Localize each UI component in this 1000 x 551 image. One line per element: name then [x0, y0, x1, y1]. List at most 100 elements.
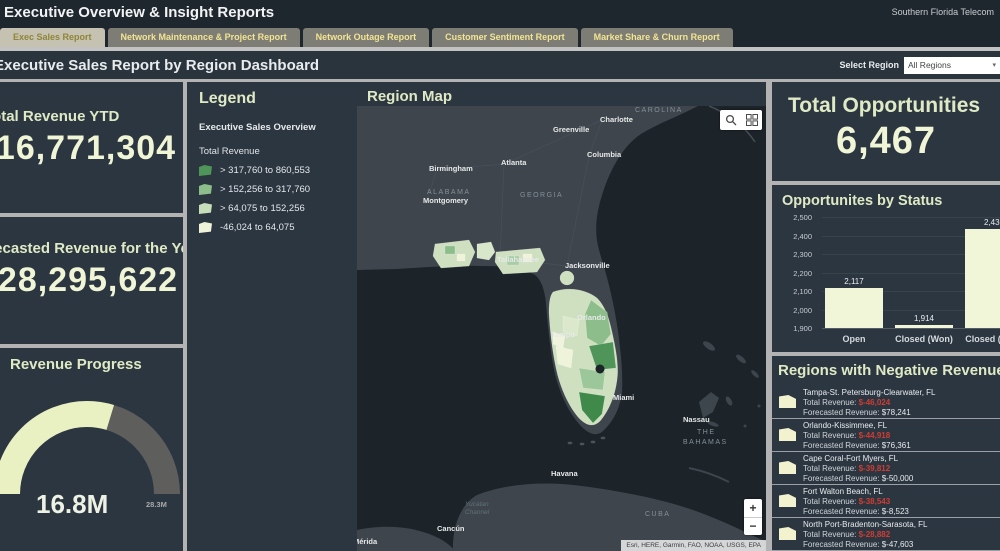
select-region-label: Select Region	[839, 60, 899, 70]
total-opportunities-title: Total Opportunities	[772, 82, 1000, 118]
map-title: Region Map	[357, 82, 766, 105]
map-label-city: Columbia	[587, 150, 622, 159]
gauge-value-label: 16.8M	[36, 489, 108, 520]
opportunities-chart-title: Opportunites by Status	[772, 185, 1000, 209]
forecasted-revenue-value: $78,241	[882, 408, 911, 417]
tab-bar: Exec Sales ReportNetwork Maintenance & P…	[0, 24, 1000, 47]
total-revenue-negative-value: $-28,882	[859, 530, 891, 539]
forecasted-revenue-line: Forecasted Revenue: $-47,603	[803, 540, 1000, 550]
negative-revenue-row[interactable]: North Port-Bradenton-Sarasota, FLTotal R…	[772, 518, 1000, 551]
total-revenue-ytd-title: Total Revenue YTD	[0, 108, 183, 125]
region-dropdown-value: All Regions	[908, 60, 951, 70]
legend-item: > 152,256 to 317,760	[199, 184, 365, 195]
region-name: Cape Coral-Fort Myers, FL	[803, 454, 1000, 464]
total-revenue-line: Total Revenue: $-38,543	[803, 497, 1000, 507]
revenue-progress-card: Revenue Progress 16.8M 28.3M	[0, 348, 183, 551]
map-label-city: Greenville	[553, 125, 589, 134]
bar-closed-won-[interactable]	[895, 325, 953, 328]
x-axis-category-label: Closed (Lost)	[954, 334, 1000, 344]
chevron-down-icon: ▾	[992, 61, 996, 69]
region-name: Fort Walton Beach, FL	[803, 487, 1000, 497]
total-revenue-negative-value: $-38,543	[859, 497, 891, 506]
total-revenue-negative-value: $-44,918	[859, 431, 891, 440]
map-zoom-control: + −	[744, 499, 762, 535]
x-axis-category-label: Closed (Won)	[884, 334, 964, 344]
region-shape-icon	[779, 395, 796, 408]
map-label-state: CUBA	[645, 511, 670, 518]
forecasted-revenue-value: $28,295,622	[0, 261, 183, 300]
map-label-city: Tallahassee	[497, 255, 539, 264]
negative-revenue-text: Cape Coral-Fort Myers, FLTotal Revenue: …	[803, 452, 1000, 484]
negative-revenue-text: Tampa-St. Petersburg-Clearwater, FLTotal…	[803, 386, 1000, 418]
tab-market-share-churn-report[interactable]: Market Share & Churn Report	[581, 28, 733, 47]
forecasted-revenue-line: Forecasted Revenue: $-50,000	[803, 474, 1000, 484]
map-label-state: CAROLINA	[635, 107, 683, 114]
total-revenue-line: Total Revenue: $-39,812	[803, 464, 1000, 474]
map-header: Region Map	[357, 82, 766, 106]
map-label-city: Havana	[551, 469, 579, 478]
tab-exec-sales-report[interactable]: Exec Sales Report	[0, 28, 105, 47]
app-header: Executive Overview & Insight Reports Sou…	[0, 0, 1000, 24]
total-revenue-ytd-card: Total Revenue YTD $16,771,304	[0, 82, 183, 213]
negative-revenue-text: North Port-Bradenton-Sarasota, FLTotal R…	[803, 518, 1000, 550]
map-attribution-text: Esri, HERE, Garmin, FAO, NOAA, USGS, EPA	[626, 542, 761, 549]
page-title: Executive Sales Report by Region Dashboa…	[0, 57, 319, 74]
tab-network-maintenance-project-report[interactable]: Network Maintenance & Project Report	[108, 28, 300, 47]
map-body: CAROLINACharlotteGreenvilleColumbiaAtlan…	[357, 106, 766, 551]
legend-swatch-icon	[199, 165, 212, 176]
gauge-max-label: 28.3M	[146, 500, 167, 509]
forecasted-revenue-value: $-50,000	[882, 474, 914, 483]
tab-network-outage-report[interactable]: Network Outage Report	[303, 28, 430, 47]
forecasted-revenue-line: Forecasted Revenue: $76,361	[803, 441, 1000, 451]
total-opportunities-card: Total Opportunities 6,467	[772, 82, 1000, 181]
legend-item: > 317,760 to 860,553	[199, 165, 365, 176]
map-attribution: Esri, HERE, Garmin, FAO, NOAA, USGS, EPA	[621, 540, 766, 551]
legend-swatch-icon	[199, 184, 212, 195]
y-axis-tick: 2,500	[780, 213, 812, 222]
negative-revenue-text: Fort Walton Beach, FLTotal Revenue: $-38…	[803, 485, 1000, 517]
map-label-state: GEORGIA	[520, 192, 563, 199]
bar-open[interactable]	[825, 288, 883, 328]
total-revenue-line: Total Revenue: $-44,918	[803, 431, 1000, 441]
bar-value-label: 1,914	[899, 314, 949, 323]
region-shape-icon	[779, 461, 796, 474]
forecasted-revenue-value: $-47,603	[882, 540, 914, 549]
legend-subtitle: Executive Sales Overview	[199, 122, 365, 133]
total-opportunities-value: 6,467	[772, 120, 1000, 163]
region-dropdown[interactable]: All Regions ▾	[904, 57, 1000, 74]
map-label-water: Yucatan	[465, 501, 489, 508]
map-label-city: Tampa	[551, 330, 575, 339]
tab-customer-sentiment-report[interactable]: Customer Sentiment Report	[432, 28, 578, 47]
search-icon[interactable]	[725, 114, 737, 126]
region-name: Tampa-St. Petersburg-Clearwater, FL	[803, 388, 1000, 398]
map-label-state: BAHAMAS	[683, 439, 728, 446]
y-axis-tick: 1,900	[780, 324, 812, 333]
basemap-grid-icon[interactable]	[746, 114, 758, 126]
zoom-out-button[interactable]: −	[744, 518, 762, 536]
negative-revenue-row[interactable]: Orlando-Kissimmee, FLTotal Revenue: $-44…	[772, 419, 1000, 452]
dashboard-header: Executive Sales Report by Region Dashboa…	[0, 51, 1000, 79]
legend-item-label: > 64,075 to 152,256	[220, 203, 305, 214]
total-revenue-line: Total Revenue: $-28,882	[803, 530, 1000, 540]
y-axis-tick: 2,300	[780, 250, 812, 259]
bar-closed-lost-[interactable]	[965, 229, 1000, 328]
zoom-in-button[interactable]: +	[744, 499, 762, 518]
bar-value-label: 2,117	[829, 277, 879, 286]
app-title: Executive Overview & Insight Reports	[0, 4, 274, 21]
map-label-city: Miami	[613, 393, 634, 402]
negative-revenue-row[interactable]: Fort Walton Beach, FLTotal Revenue: $-38…	[772, 485, 1000, 518]
forecasted-revenue-line: Forecasted Revenue: $-8,523	[803, 507, 1000, 517]
map-label-state: THE	[697, 429, 716, 436]
region-shape-icon	[779, 494, 796, 507]
region-shape-icon	[779, 527, 796, 540]
negative-revenue-row[interactable]: Tampa-St. Petersburg-Clearwater, FLTotal…	[772, 386, 1000, 419]
y-axis-tick: 2,100	[780, 287, 812, 296]
legend-title: Legend	[199, 90, 365, 108]
legend-items: > 317,760 to 860,553 > 152,256 to 317,760…	[199, 165, 365, 233]
negative-revenue-title: Regions with Negative Revenue	[772, 356, 1000, 379]
map-label-city: Birmingham	[429, 164, 473, 173]
region-map-canvas[interactable]: CAROLINACharlotteGreenvilleColumbiaAtlan…	[357, 106, 766, 551]
forecasted-revenue-card: Forecasted Revenue for the Year $28,295,…	[0, 217, 183, 344]
legend-panel: Legend Executive Sales Overview Total Re…	[187, 82, 365, 551]
negative-revenue-row[interactable]: Cape Coral-Fort Myers, FLTotal Revenue: …	[772, 452, 1000, 485]
